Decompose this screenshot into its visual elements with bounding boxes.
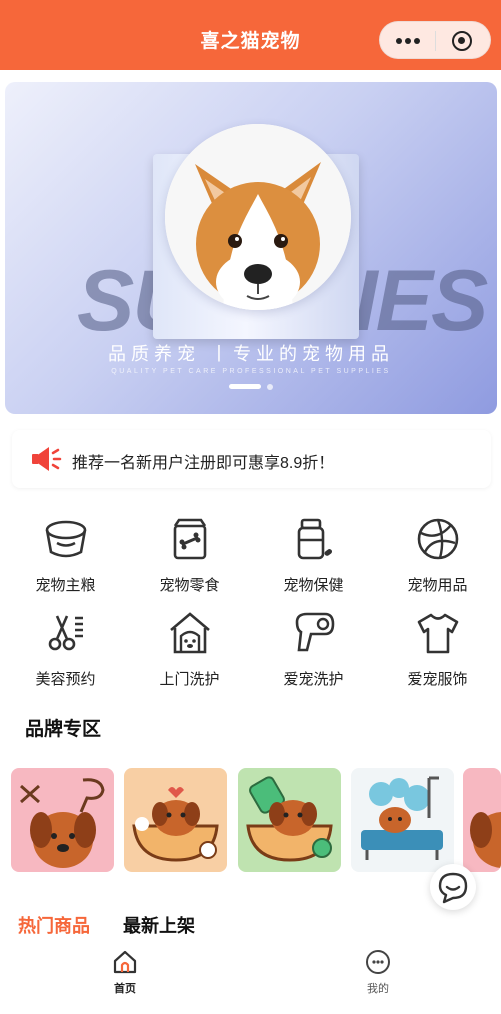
tabbar-mine[interactable]: 我的 (338, 948, 418, 996)
medicine-icon (297, 518, 333, 560)
category-label: 宠物保健 (283, 577, 344, 594)
house-dog-icon (170, 612, 210, 654)
category-grooming-booking[interactable]: 美容预约 (3, 602, 128, 697)
bottom-tab-bar: 首页 我的 (0, 940, 501, 1014)
more-menu-icon[interactable] (394, 36, 422, 46)
tabbar-home[interactable]: 首页 (85, 948, 165, 996)
brand-card-spa[interactable] (238, 768, 341, 872)
category-pet-clothing[interactable]: 爱宠服饰 (375, 602, 500, 697)
hair-dryer-icon (295, 612, 335, 652)
promo-banner[interactable]: SUPPLIES 品质养宠 丨专业的宠物用品 QUALITY PET CARE … (5, 82, 497, 414)
tabbar-mine-label: 我的 (367, 983, 389, 995)
profile-icon (366, 950, 390, 974)
tab-hot-products[interactable]: 热门商品 (18, 912, 90, 944)
close-miniprogram-icon[interactable] (452, 31, 472, 51)
tabbar-home-label: 首页 (114, 983, 136, 995)
brand-card-grooming[interactable] (11, 768, 114, 872)
scissors-icon (48, 615, 83, 651)
carousel-dot-active (229, 384, 261, 389)
miniprogram-capsule (379, 21, 491, 59)
tab-new-arrivals[interactable]: 最新上架 (123, 912, 195, 938)
category-label: 宠物零食 (159, 577, 220, 594)
category-label: 宠物用品 (407, 577, 468, 594)
chat-bubble-icon (438, 872, 468, 904)
brand-card-bath[interactable] (124, 768, 227, 872)
corgi-image (165, 124, 351, 310)
category-label: 爱宠洗护 (283, 671, 344, 688)
category-pet-snacks[interactable]: 宠物零食 (127, 508, 252, 603)
pet-bowl-icon (45, 520, 87, 558)
banner-slogan: 品质养宠 丨专业的宠物用品 (108, 344, 394, 364)
treat-bag-icon (173, 518, 207, 560)
carousel-dot (267, 384, 273, 390)
shirt-icon (417, 613, 459, 654)
category-label: 爱宠服饰 (407, 671, 468, 688)
category-label: 美容预约 (35, 671, 96, 688)
notice-bar[interactable]: 推荐一名新用户注册即可惠享8.9折！ (12, 430, 491, 488)
category-pet-supplies[interactable]: 宠物用品 (375, 508, 500, 603)
category-home-grooming[interactable]: 上门洗护 (127, 602, 252, 697)
category-label: 上门洗护 (159, 671, 220, 688)
category-pet-wash[interactable]: 爱宠洗护 (251, 602, 376, 697)
home-icon (113, 950, 137, 974)
brand-card-partial[interactable] (463, 768, 501, 872)
category-pet-health[interactable]: 宠物保健 (251, 508, 376, 603)
top-navigation-bar: 喜之猫宠物 (0, 0, 501, 70)
capsule-divider (435, 31, 436, 51)
category-label: 宠物主粮 (35, 577, 96, 594)
customer-service-button[interactable] (430, 864, 476, 910)
category-pet-food[interactable]: 宠物主粮 (3, 508, 128, 603)
brand-zone-title: 品牌专区 (25, 719, 102, 740)
brand-card-shower[interactable] (351, 768, 454, 872)
speaker-icon (32, 447, 62, 471)
ball-icon (417, 518, 459, 560)
banner-subtitle: QUALITY PET CARE PROFESSIONAL PET SUPPLI… (111, 368, 391, 375)
brand-carousel[interactable] (0, 768, 501, 874)
carousel-indicator (229, 383, 289, 391)
notice-text: 推荐一名新用户注册即可惠享8.9折！ (72, 455, 335, 472)
